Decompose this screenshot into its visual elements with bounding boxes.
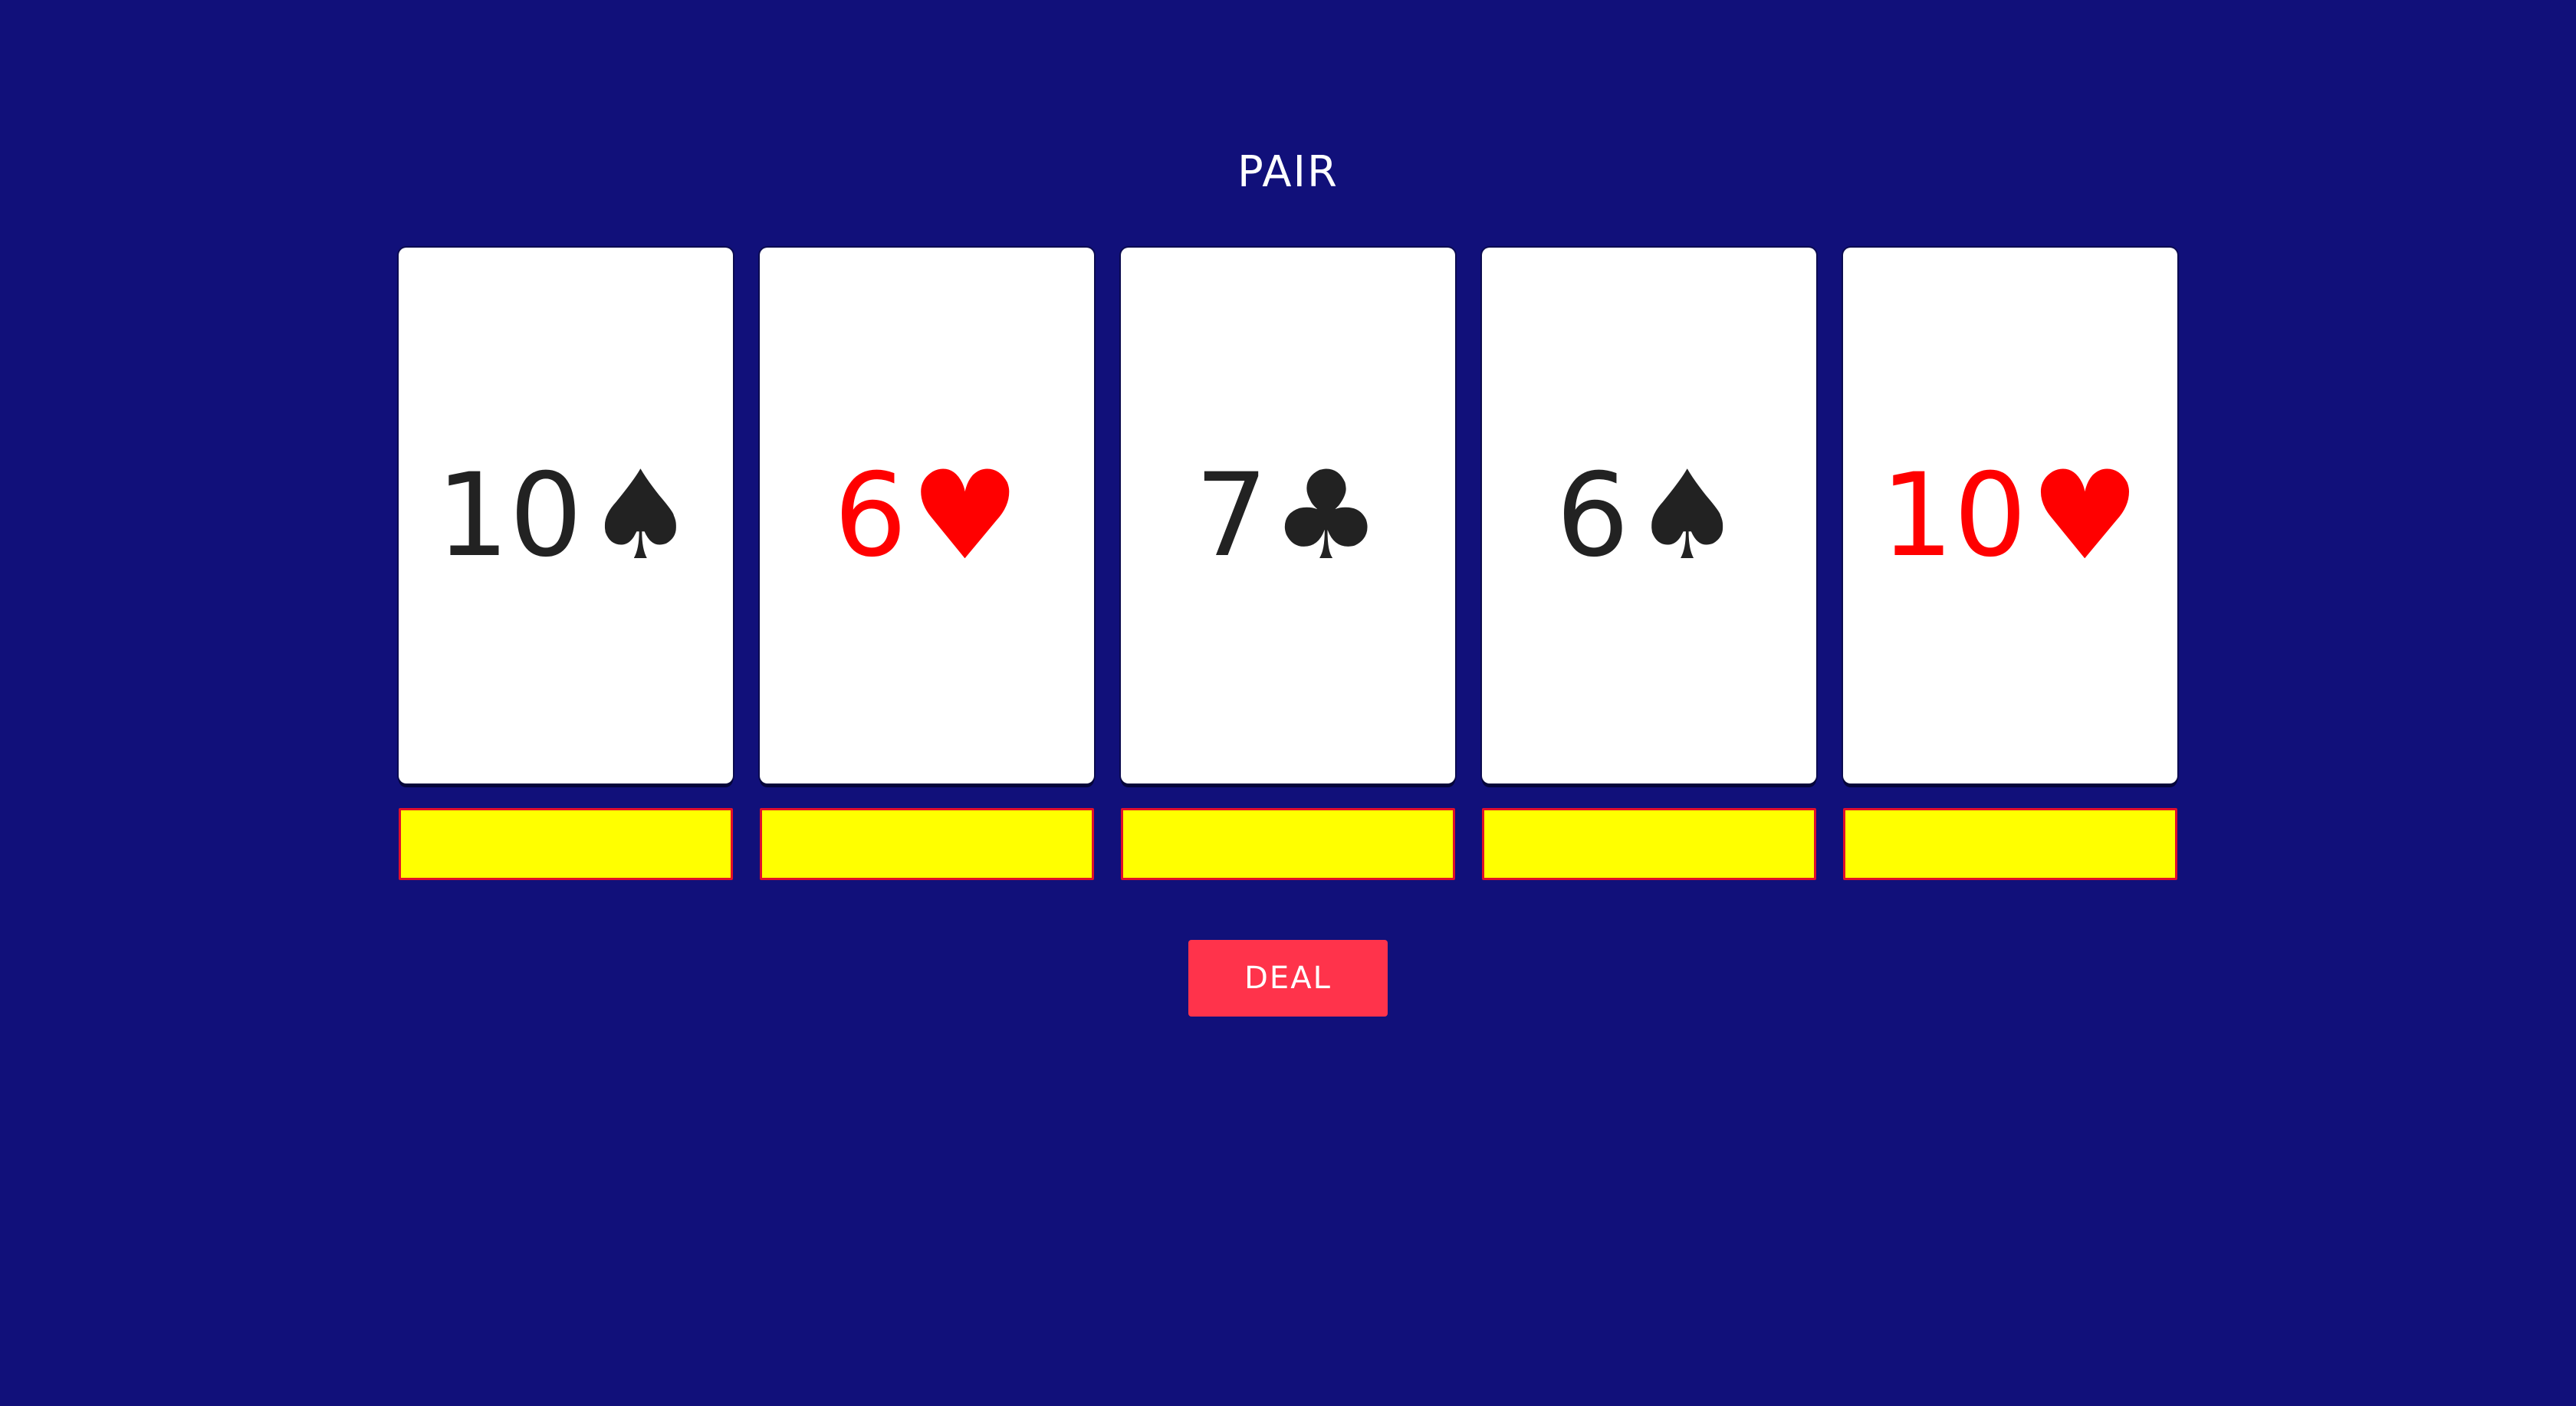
spade-icon: ♠ — [585, 443, 696, 587]
hold-button-3[interactable] — [1121, 808, 1455, 880]
card-rank: 10 — [435, 448, 583, 583]
card-5[interactable]: 10 ♥ — [1843, 248, 2177, 783]
card-rank: 6 — [1556, 448, 1629, 583]
spade-icon: ♠ — [1632, 443, 1743, 587]
card-face: 6 ♥ — [833, 443, 1020, 587]
card-face: 10 ♥ — [1880, 443, 2141, 587]
card-4[interactable]: 6 ♠ — [1482, 248, 1816, 783]
card-rank: 7 — [1194, 448, 1268, 583]
hold-button-2[interactable] — [760, 808, 1094, 880]
card-2[interactable]: 6 ♥ — [760, 248, 1094, 783]
card-face: 7 ♣ — [1194, 443, 1382, 587]
heart-icon: ♥ — [2029, 443, 2141, 587]
card-face: 6 ♠ — [1556, 443, 1743, 587]
card-face: 10 ♠ — [435, 443, 696, 587]
heart-icon: ♥ — [910, 443, 1020, 587]
hand-result-label: PAIR — [1237, 147, 1339, 197]
card-1[interactable]: 10 ♠ — [399, 248, 733, 783]
card-rank: 6 — [833, 448, 907, 583]
card-rank: 10 — [1880, 448, 2027, 583]
deal-button[interactable]: DEAL — [1188, 940, 1388, 1017]
hold-button-1[interactable] — [399, 808, 733, 880]
club-icon: ♣ — [1271, 443, 1382, 587]
hold-button-5[interactable] — [1843, 808, 2177, 880]
card-3[interactable]: 7 ♣ — [1121, 248, 1455, 783]
hold-button-4[interactable] — [1482, 808, 1816, 880]
